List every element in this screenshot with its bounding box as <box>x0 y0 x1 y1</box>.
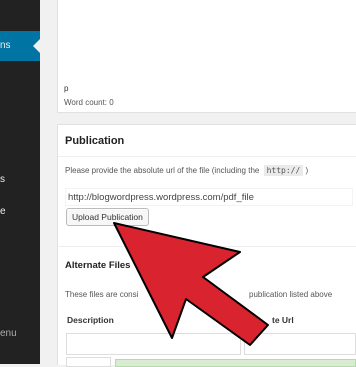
active-indicator-notch <box>33 39 40 53</box>
publication-metabox: Publication Please provide the absolute … <box>57 124 356 367</box>
alternate-description-input[interactable] <box>66 333 241 355</box>
column-header-description: Description <box>67 315 114 325</box>
help-code: http:// <box>263 165 304 176</box>
metabox-divider <box>58 156 356 157</box>
alternate-row-control[interactable] <box>66 357 111 367</box>
url-help-text: Please provide the absolute url of the f… <box>65 165 309 176</box>
editor-path: p <box>64 84 69 93</box>
post-editor-area[interactable]: p Word count: 0 <box>57 0 356 113</box>
metabox-title: Publication <box>65 135 125 147</box>
alternate-url-input[interactable] <box>244 333 356 355</box>
url-input-value: http://blogwordpress.wordpress.com/pdf_f… <box>68 192 254 203</box>
help-text: Please provide the absolute url of the f… <box>65 166 260 175</box>
sidebar-item-label[interactable]: ns <box>0 40 11 51</box>
sidebar-item-label[interactable]: e <box>0 206 6 217</box>
column-header-url: te Url <box>272 315 294 325</box>
sidebar-item-label[interactable]: enu <box>0 328 17 339</box>
alternate-row-highlight <box>115 359 356 367</box>
upload-publication-button[interactable]: Upload Publication <box>66 208 149 226</box>
section-divider <box>58 246 356 247</box>
word-count: Word count: 0 <box>64 98 114 107</box>
alternate-files-title: Alternate Files <box>65 260 131 271</box>
alternate-files-description-start: These files are consi <box>65 290 139 299</box>
help-suffix: ) <box>305 166 309 175</box>
sidebar-item-label[interactable]: s <box>0 174 5 185</box>
publication-url-input[interactable]: http://blogwordpress.wordpress.com/pdf_f… <box>65 188 353 206</box>
admin-sidebar: ns s e enu <box>0 0 40 364</box>
alternate-files-description-end: publication listed above <box>249 290 333 299</box>
